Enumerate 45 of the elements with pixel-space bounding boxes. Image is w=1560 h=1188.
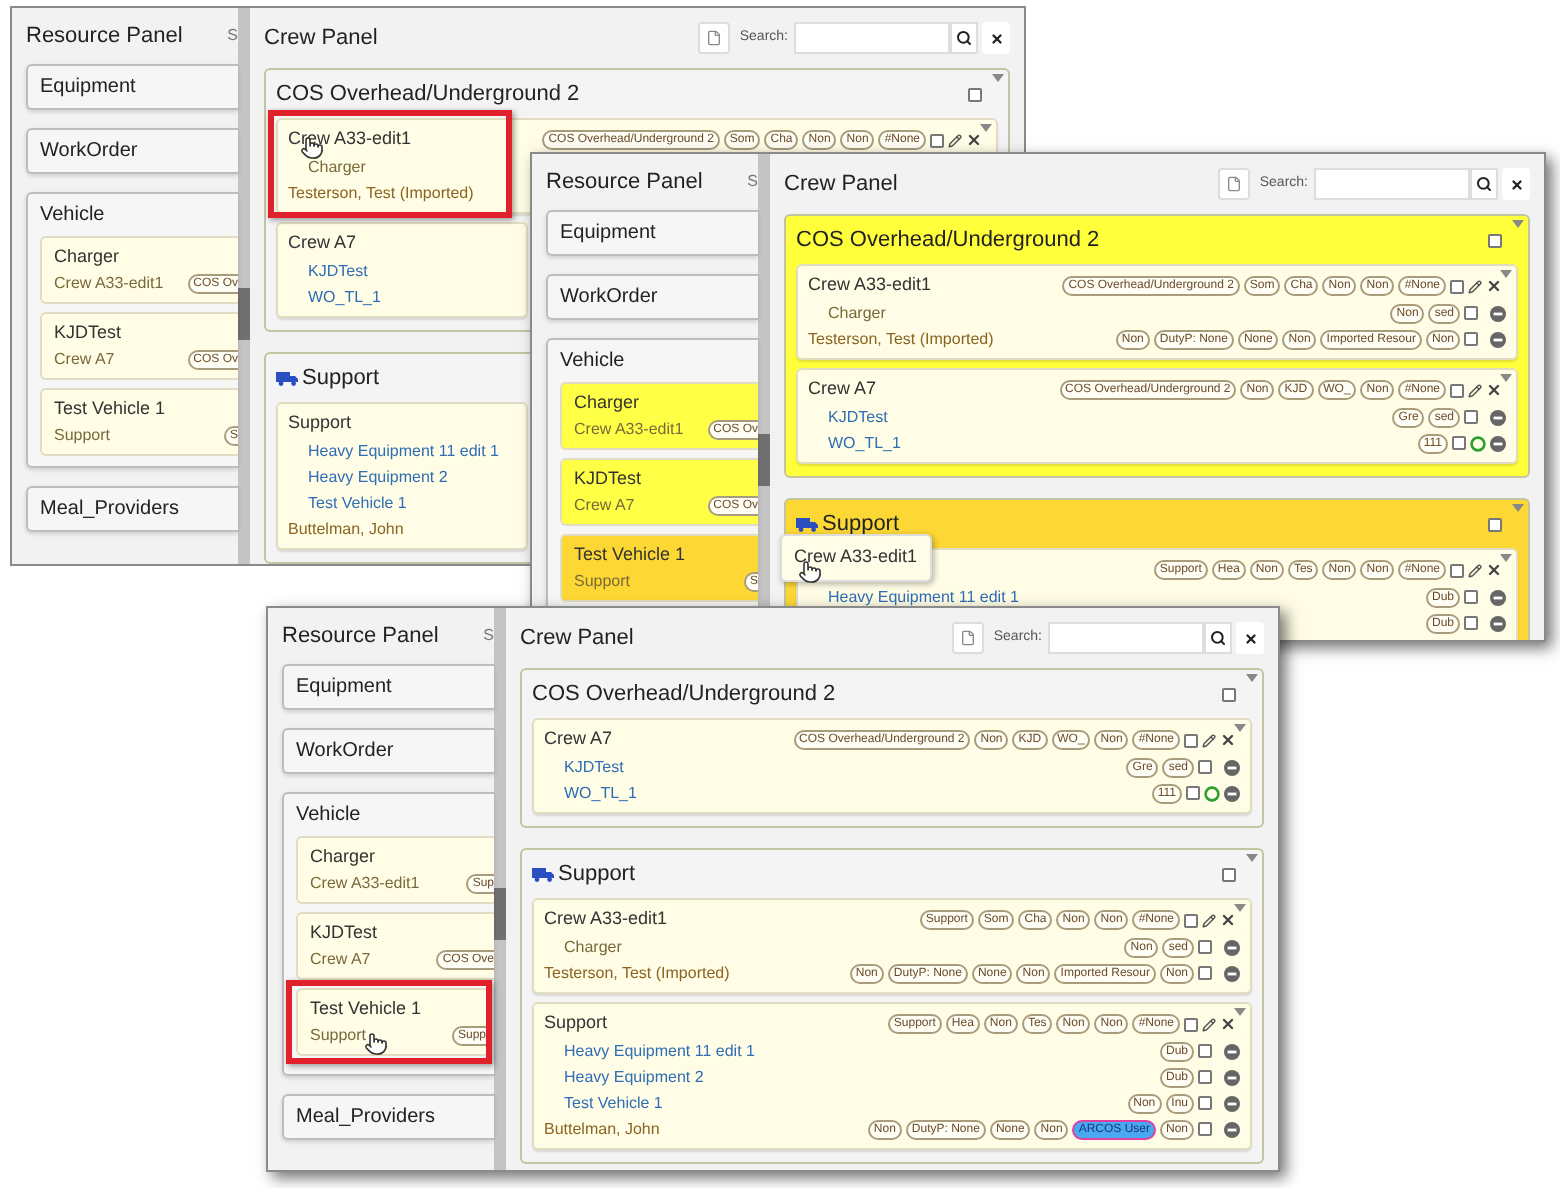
section-title: Meal_Providers (296, 1104, 435, 1132)
cut-label: S (483, 624, 494, 648)
crew-name: Crew A33-edit1 (310, 872, 420, 896)
panel-title: Resource Panel (546, 167, 703, 198)
group-title: COS Overhead/Underground 2 (276, 79, 580, 110)
section-title: Equipment (40, 74, 136, 102)
group-title: Support (302, 363, 380, 394)
vehicle-name: Charger (54, 244, 122, 270)
section-title: Equipment (296, 674, 392, 702)
crew-name: Crew A33-edit1 (54, 272, 164, 296)
vehicle-name: Test Vehicle 1 (310, 996, 424, 1022)
crew-name: Support (54, 424, 111, 448)
group-title: Support (558, 859, 636, 890)
group-title: COS Overhead/Underground 2 (796, 225, 1100, 256)
crew-name: Crew A7 (54, 348, 115, 372)
section-title: WorkOrder (40, 138, 138, 166)
vehicle-name: Test Vehicle 1 (54, 396, 168, 422)
vehicle-name: KJDTest (310, 920, 380, 946)
crew-name: Crew A33-edit1 (574, 418, 684, 442)
section-title: Meal_Providers (40, 496, 179, 524)
section-title: WorkOrder (296, 738, 394, 766)
crew-name: Support (574, 570, 631, 594)
vehicle-name: KJDTest (54, 320, 124, 346)
panel-title: Resource Panel (282, 621, 439, 652)
section-title: WorkOrder (560, 284, 658, 312)
group-title: COS Overhead/Underground 2 (532, 679, 836, 710)
crew-name: Support (310, 1024, 367, 1048)
section-title: Vehicle (560, 348, 625, 376)
panel-title: Crew Panel (264, 23, 378, 54)
vehicle-name: Charger (574, 390, 642, 416)
section-title: Equipment (560, 220, 656, 248)
drag-preview: Crew A33-edit1 (780, 534, 932, 581)
panel-title: Resource Panel (26, 21, 183, 52)
group-title: Support (822, 509, 900, 540)
crew-name: Crew A7 (310, 948, 371, 972)
cut-label: S (747, 170, 758, 194)
vehicle-name: Test Vehicle 1 (574, 542, 688, 568)
vehicle-name: KJDTest (574, 466, 644, 492)
section-title: Vehicle (296, 802, 361, 830)
cut-label: S (227, 24, 238, 48)
vehicle-name: Charger (310, 844, 378, 870)
crew-name: Crew A7 (574, 494, 635, 518)
panel-title: Crew Panel (520, 623, 634, 654)
panel-title: Crew Panel (784, 169, 898, 200)
section-title: Vehicle (40, 202, 105, 230)
